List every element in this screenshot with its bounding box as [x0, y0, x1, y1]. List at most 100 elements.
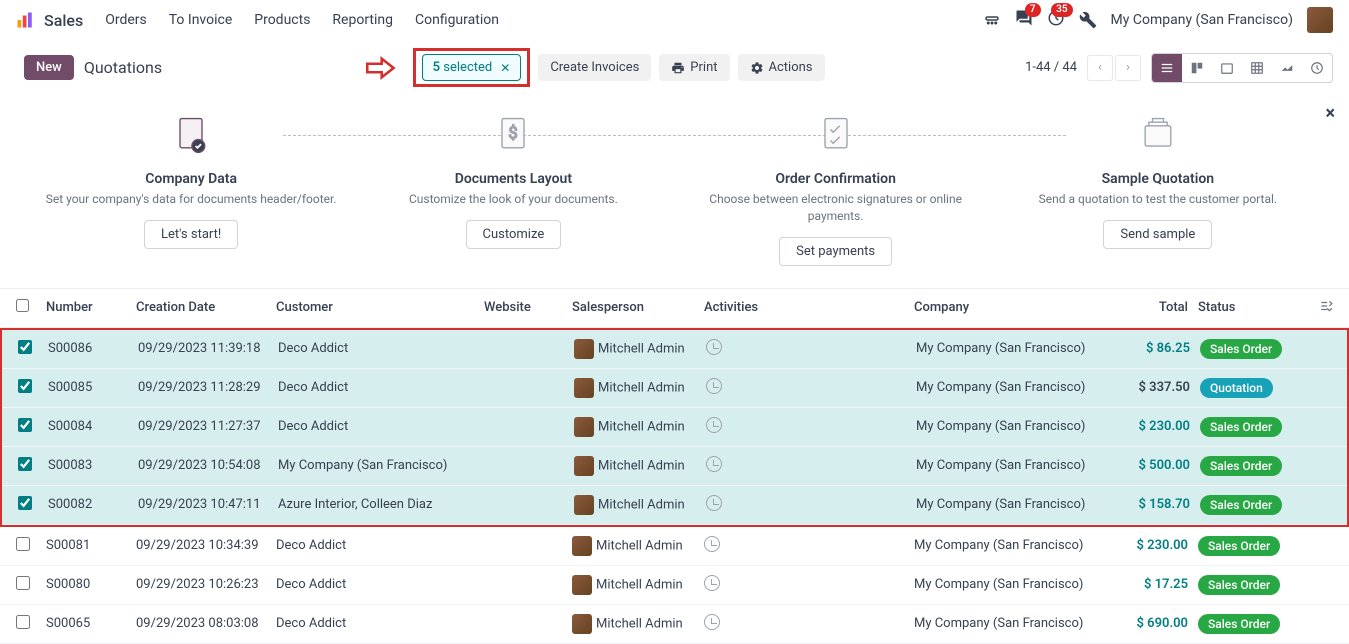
order-number-link[interactable]: S00081 [46, 538, 90, 553]
menu-orders[interactable]: Orders [105, 12, 147, 28]
app-name[interactable]: Sales [44, 11, 83, 30]
pager-text[interactable]: 1-44 / 44 [1025, 60, 1077, 75]
actions-button[interactable]: Actions [738, 54, 825, 81]
phone-icon[interactable] [983, 11, 1001, 29]
row-checkbox[interactable] [18, 379, 32, 393]
cell-date: 09/29/2023 10:26:23 [136, 577, 276, 592]
annotation-highlight-box: 5 selected ✕ [413, 48, 531, 87]
clear-selection-icon[interactable]: ✕ [500, 61, 510, 75]
menu-configuration[interactable]: Configuration [415, 12, 499, 28]
order-number-link[interactable]: S00084 [48, 419, 92, 434]
row-checkbox[interactable] [16, 537, 30, 551]
control-panel: New Quotations 5 selected ✕ Create Invoi… [0, 40, 1349, 95]
view-graph-button[interactable] [1272, 54, 1302, 82]
cell-activities[interactable] [706, 378, 916, 398]
pager-prev-button[interactable]: ‹ [1087, 55, 1113, 81]
header-activities[interactable]: Activities [704, 300, 914, 315]
menu-products[interactable]: Products [254, 12, 310, 28]
pager-next-button[interactable]: › [1115, 55, 1141, 81]
cell-customer: Deco Addict [278, 419, 486, 434]
row-checkbox[interactable] [18, 418, 32, 432]
messages-icon[interactable]: 7 [1015, 9, 1033, 31]
header-customer[interactable]: Customer [276, 300, 484, 315]
row-checkbox[interactable] [16, 576, 30, 590]
order-number-link[interactable]: S00083 [48, 458, 92, 473]
cell-activities[interactable] [706, 495, 916, 515]
actions-label: Actions [769, 60, 813, 75]
step-button-lets-start[interactable]: Let's start! [144, 220, 238, 249]
order-number-link[interactable]: S00086 [48, 341, 92, 356]
header-status[interactable]: Status [1188, 300, 1288, 315]
salesperson-avatar [572, 575, 592, 595]
company-selector[interactable]: My Company (San Francisco) [1111, 12, 1293, 28]
header-number[interactable]: Number [46, 300, 136, 315]
print-label: Print [690, 60, 717, 75]
view-activity-button[interactable] [1302, 54, 1332, 82]
table-row[interactable]: S00065 09/29/2023 08:03:08 Deco Addict M… [0, 605, 1349, 644]
view-kanban-button[interactable] [1182, 54, 1212, 82]
header-total[interactable]: Total [1114, 300, 1188, 315]
menu-to-invoice[interactable]: To Invoice [169, 12, 233, 28]
select-all-checkbox[interactable] [16, 299, 29, 312]
cell-customer: Deco Addict [276, 616, 484, 631]
clock-icon [704, 536, 720, 552]
order-number-link[interactable]: S00082 [48, 497, 92, 512]
cell-activities[interactable] [704, 614, 914, 634]
user-avatar[interactable] [1307, 7, 1333, 33]
print-button[interactable]: Print [659, 54, 729, 81]
cell-status: Sales Order [1190, 456, 1290, 476]
order-number-link[interactable]: S00065 [46, 616, 90, 631]
cell-salesperson: Mitchell Admin [574, 417, 706, 437]
row-checkbox[interactable] [18, 496, 32, 510]
cell-customer: Azure Interior, Colleen Diaz [278, 497, 486, 512]
table-row[interactable]: S00081 09/29/2023 10:34:39 Deco Addict M… [0, 527, 1349, 566]
order-number-link[interactable]: S00080 [46, 577, 90, 592]
row-checkbox[interactable] [18, 340, 32, 354]
cell-activities[interactable] [706, 456, 916, 476]
menu-reporting[interactable]: Reporting [332, 12, 393, 28]
step-desc: Set your company's data for documents he… [41, 191, 341, 208]
selected-count-chip[interactable]: 5 selected ✕ [422, 54, 522, 81]
messages-badge: 7 [1025, 3, 1041, 17]
cell-activities[interactable] [706, 339, 916, 359]
view-list-button[interactable] [1152, 54, 1182, 82]
header-salesperson[interactable]: Salesperson [572, 300, 704, 315]
step-button-customize[interactable]: Customize [466, 220, 562, 249]
cell-activities[interactable] [704, 536, 914, 556]
gear-icon [750, 61, 764, 75]
new-button[interactable]: New [24, 55, 74, 80]
print-icon [671, 61, 685, 75]
header-options-icon[interactable] [1303, 299, 1333, 317]
salesperson-avatar [574, 417, 594, 437]
view-calendar-button[interactable] [1212, 54, 1242, 82]
settings-icon[interactable] [1079, 11, 1097, 29]
table-row[interactable]: S00084 09/29/2023 11:27:37 Deco Addict M… [2, 408, 1347, 447]
status-badge: Sales Order [1198, 536, 1280, 556]
step-button-set-payments[interactable]: Set payments [779, 237, 892, 266]
order-number-link[interactable]: S00085 [48, 380, 92, 395]
view-pivot-button[interactable] [1242, 54, 1272, 82]
annotation-arrow-icon [363, 53, 397, 83]
cell-salesperson: Mitchell Admin [574, 456, 706, 476]
create-invoices-button[interactable]: Create Invoices [538, 54, 651, 81]
row-checkbox[interactable] [16, 615, 30, 629]
cell-status: Sales Order [1188, 575, 1288, 595]
onboarding-step-documents: $ Documents Layout Customize the look of… [363, 113, 663, 266]
table-row[interactable]: S00086 09/29/2023 11:39:18 Deco Addict M… [2, 330, 1347, 369]
cell-activities[interactable] [706, 417, 916, 437]
header-company[interactable]: Company [914, 300, 1114, 315]
onboarding-close-button[interactable]: × [1325, 103, 1335, 124]
step-button-send-sample[interactable]: Send sample [1103, 220, 1212, 249]
header-website[interactable]: Website [484, 300, 572, 315]
table-row[interactable]: S00082 09/29/2023 10:47:11 Azure Interio… [2, 486, 1347, 525]
activities-icon[interactable]: 35 [1047, 9, 1065, 31]
table-row[interactable]: S00080 09/29/2023 10:26:23 Deco Addict M… [0, 566, 1349, 605]
row-checkbox[interactable] [18, 457, 32, 471]
table-body: S00086 09/29/2023 11:39:18 Deco Addict M… [0, 328, 1349, 644]
cell-activities[interactable] [704, 575, 914, 595]
header-creation-date[interactable]: Creation Date [136, 300, 276, 315]
table-row[interactable]: S00083 09/29/2023 10:54:08 My Company (S… [2, 447, 1347, 486]
salesperson-avatar [574, 495, 594, 515]
status-badge: Sales Order [1200, 417, 1282, 437]
table-row[interactable]: S00085 09/29/2023 11:28:29 Deco Addict M… [2, 369, 1347, 408]
